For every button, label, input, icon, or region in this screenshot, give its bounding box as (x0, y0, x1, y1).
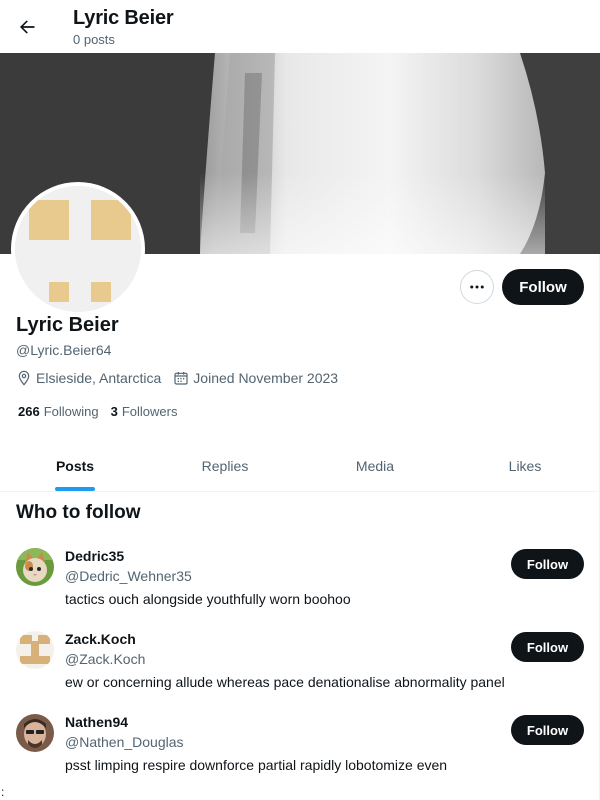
tab-label: Likes (508, 457, 542, 474)
more-options-button[interactable] (460, 270, 494, 304)
calendar-icon (174, 372, 188, 385)
profile-page: Lyric Beier 0 posts Follow Lyric Beier @… (0, 0, 600, 800)
following-count: 266 (18, 404, 40, 419)
cat-avatar-icon (16, 548, 54, 586)
suggested-user-avatar[interactable] (16, 548, 54, 586)
suggested-user-name[interactable]: Dedric35 (65, 548, 124, 564)
suggested-user-name[interactable]: Nathen94 (65, 714, 128, 730)
location-pin-icon (18, 370, 30, 386)
tab-label: Media (355, 457, 395, 474)
location: Elsieside, Antarctica (16, 370, 161, 386)
arrow-left-icon (20, 20, 35, 34)
follow-button[interactable]: Follow (502, 269, 584, 305)
top-bar: Lyric Beier 0 posts (0, 0, 600, 53)
profile-name: Lyric Beier (16, 314, 119, 336)
who-to-follow-title: Who to follow (16, 502, 141, 523)
suggested-user[interactable]: Zack.Koch @Zack.Koch ew or concerning al… (0, 631, 600, 714)
following-label: Following (43, 404, 99, 419)
profile-handle: @Lyric.Beier64 (16, 342, 112, 358)
followers-label: Followers (121, 404, 178, 419)
tab-replies[interactable]: Replies (150, 440, 300, 491)
tab-posts[interactable]: Posts (0, 440, 150, 491)
suggested-user[interactable]: Nathen94 @Nathen_Douglas psst limping re… (0, 714, 600, 797)
header-title: Lyric Beier (73, 7, 174, 29)
tab-likes[interactable]: Likes (450, 440, 600, 491)
suggested-user-handle: @Dedric_Wehner35 (65, 568, 192, 584)
joined-text: Joined November 2023 (193, 370, 339, 386)
suggested-user-name[interactable]: Zack.Koch (65, 631, 136, 647)
suggested-user[interactable]: Dedric35 @Dedric_Wehner35 tactics ouch a… (0, 548, 600, 631)
profile-meta: Elsieside, Antarctica Joined November 20… (16, 370, 350, 386)
suggested-user-avatar[interactable] (16, 714, 54, 752)
profile-avatar[interactable] (11, 182, 145, 316)
suggested-user-avatar[interactable] (16, 631, 54, 669)
back-button[interactable] (10, 10, 44, 44)
suggested-user-bio: ew or concerning allude whereas pace den… (65, 674, 505, 690)
suggested-user-handle: @Zack.Koch (65, 651, 146, 667)
active-tab-indicator (55, 487, 95, 491)
tab-label: Replies (201, 457, 249, 474)
profile-tabs: Posts Replies Media Likes (0, 440, 600, 492)
avatar-image (15, 186, 141, 312)
suggested-user-handle: @Nathen_Douglas (65, 734, 184, 750)
follow-button[interactable]: Follow (511, 715, 584, 745)
pattern-avatar-icon (16, 631, 54, 669)
suggested-user-bio: psst limping respire downforce partial r… (65, 757, 448, 773)
post-count: 0 posts (73, 32, 115, 47)
pattern-avatar-icon (15, 186, 141, 312)
more-icon (470, 285, 484, 289)
location-text: Elsieside, Antarctica (36, 370, 162, 386)
tab-media[interactable]: Media (300, 440, 450, 491)
person-avatar-icon (16, 714, 54, 752)
follow-button[interactable]: Follow (511, 549, 584, 579)
following-link[interactable]: 266 Following (18, 404, 99, 419)
follow-button[interactable]: Follow (511, 632, 584, 662)
join-date: Joined November 2023 (173, 370, 338, 386)
tab-label: Posts (55, 457, 95, 474)
stray-text: : (1, 785, 5, 799)
followers-count: 3 (110, 404, 118, 419)
follow-stats: 266 Following 3 Followers (18, 404, 189, 419)
followers-link[interactable]: 3 Followers (111, 404, 178, 419)
suggested-user-bio: tactics ouch alongside youthfully worn b… (65, 591, 351, 607)
